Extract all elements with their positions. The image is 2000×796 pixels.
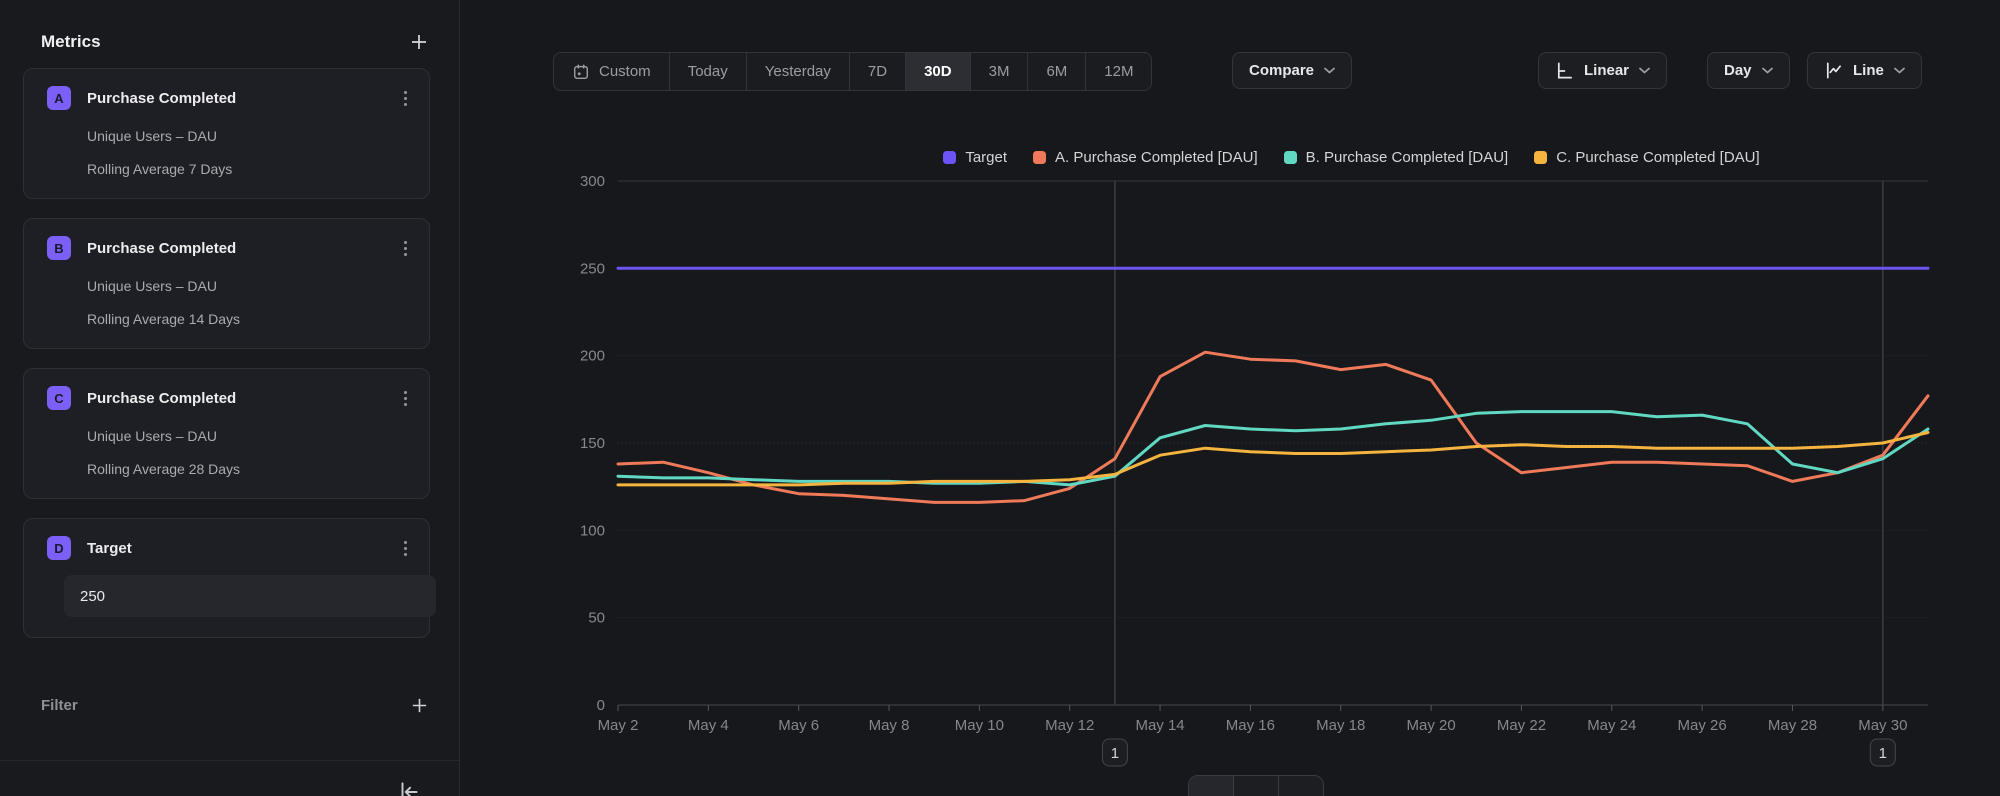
metric-title: Purchase Completed [87,390,236,407]
range-custom[interactable]: Custom [554,53,670,90]
metric-transform: Rolling Average 28 Days [87,460,411,478]
legend-label: B. Purchase Completed [DAU] [1306,149,1509,166]
legend-label: C. Purchase Completed [DAU] [1556,149,1759,166]
plus-icon [409,32,429,52]
metric-badge: B [47,236,71,260]
range-label: 12M [1104,63,1133,80]
calendar-icon [572,63,590,81]
metric-measure: Unique Users – DAU [87,277,411,295]
metric-card[interactable]: B Purchase Completed Unique Users – DAU Rol… [23,218,430,349]
metric-cards: A Purchase Completed Unique Users – DAU Rol… [23,68,430,499]
range-label: 30D [924,63,952,80]
chart-style-toggle [1188,775,1324,796]
range-3m[interactable]: 3M [971,53,1029,90]
chevron-down-icon [1324,67,1335,74]
range-label: 7D [868,63,887,80]
range-12m[interactable]: 12M [1086,53,1151,90]
metric-card-header: C Purchase Completed [47,386,411,410]
granularity-select[interactable]: Day [1707,52,1790,89]
filter-title: Filter [41,697,78,714]
legend-swatch [1534,151,1547,164]
range-label: Yesterday [765,63,831,80]
target-card[interactable]: D Target [23,518,430,638]
legend-swatch [1284,151,1297,164]
kebab-menu-icon[interactable] [400,387,411,410]
app-window: 050100150200250300May 2May 4May 6May 8Ma… [0,0,2000,796]
target-value-input[interactable] [64,575,436,617]
legend-item[interactable]: A. Purchase Completed [DAU] [1033,149,1258,166]
range-30d[interactable]: 30D [906,53,971,90]
metric-badge: C [47,386,71,410]
sidebar-header: Metrics [41,32,429,52]
chart-type-label: Line [1853,62,1884,79]
chevron-down-icon [1762,67,1773,74]
line-chart-icon [1824,61,1843,80]
target-badge: D [47,536,71,560]
metric-transform: Rolling Average 7 Days [87,160,411,178]
chart-legend: Target A. Purchase Completed [DAU] B. Purc… [618,145,2000,169]
range-label: Custom [599,63,651,80]
add-filter-button[interactable] [410,696,429,715]
metric-card-header: B Purchase Completed [47,236,411,260]
metric-title: Purchase Completed [87,90,236,107]
metric-transform: Rolling Average 14 Days [87,310,411,328]
chevron-down-icon [1639,67,1650,74]
collapse-left-icon [396,779,422,796]
range-label: Today [688,63,728,80]
sidebar-title: Metrics [41,32,101,52]
range-today[interactable]: Today [670,53,747,90]
range-yesterday[interactable]: Yesterday [747,53,850,90]
range-7d[interactable]: 7D [850,53,906,90]
linear-axis-icon [1555,61,1574,80]
scale-label: Linear [1584,62,1629,79]
kebab-menu-icon[interactable] [400,237,411,260]
metric-measure: Unique Users – DAU [87,127,411,145]
collapse-sidebar-button[interactable] [396,779,422,796]
compare-button[interactable]: Compare [1232,52,1352,89]
legend-item[interactable]: Target [943,149,1007,166]
metrics-sidebar: Metrics A Purchase Completed Unique Users … [0,0,460,796]
legend-item[interactable]: C. Purchase Completed [DAU] [1534,149,1759,166]
metric-title: Purchase Completed [87,240,236,257]
legend-swatch [943,151,956,164]
chart-type-select[interactable]: Line [1807,52,1922,89]
chevron-down-icon [1894,67,1905,74]
add-metric-button[interactable] [409,32,429,52]
range-label: 3M [989,63,1010,80]
range-6m[interactable]: 6M [1028,53,1086,90]
sidebar-divider [0,760,459,761]
compare-label: Compare [1249,62,1314,79]
legend-label: Target [965,149,1007,166]
range-label: 6M [1046,63,1067,80]
metric-card[interactable]: C Purchase Completed Unique Users – DAU Rol… [23,368,430,499]
filter-section-header: Filter [41,696,429,715]
legend-label: A. Purchase Completed [DAU] [1055,149,1258,166]
legend-swatch [1033,151,1046,164]
chart-style-stacked-button[interactable] [1234,776,1279,796]
metric-badge: A [47,86,71,110]
metric-card[interactable]: A Purchase Completed Unique Users – DAU Rol… [23,68,430,199]
target-title: Target [87,540,132,557]
legend-item[interactable]: B. Purchase Completed [DAU] [1284,149,1509,166]
scale-select[interactable]: Linear [1538,52,1667,89]
metric-card-header: A Purchase Completed [47,86,411,110]
plus-icon [410,696,429,715]
date-range-selector: Custom Today Yesterday 7D 30D 3M 6M 12M [553,52,1152,91]
granularity-label: Day [1724,62,1752,79]
kebab-menu-icon[interactable] [400,87,411,110]
chart-style-bar-button[interactable] [1279,776,1323,796]
chart-panel: Custom Today Yesterday 7D 30D 3M 6M 12M Compare… [461,0,2000,796]
metric-measure: Unique Users – DAU [87,427,411,445]
kebab-menu-icon[interactable] [400,537,411,560]
chart-style-line-button[interactable] [1189,776,1234,796]
